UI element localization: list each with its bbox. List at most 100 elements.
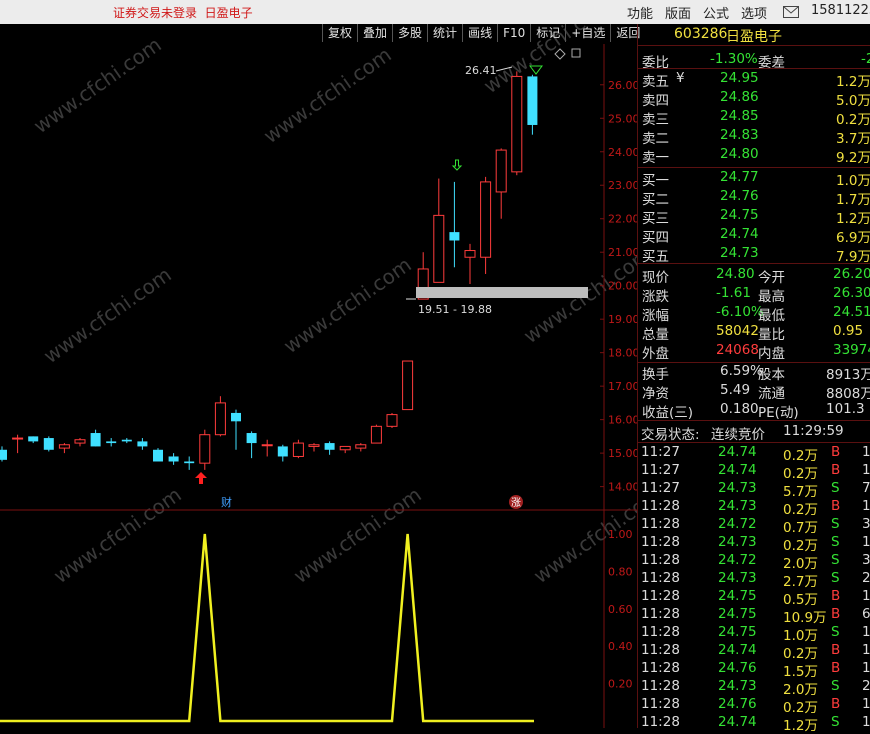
square-icon [571, 48, 581, 58]
tick-price: 24.73 [718, 534, 757, 550]
stat-label: 涨跌 [642, 289, 669, 305]
price-tick-label: 15.00 [608, 447, 637, 460]
stat-row: 收益(三) 0.180 PE(动) 101.3 [640, 401, 870, 421]
tick-row: 11:28 24.75 10.9万 B 6 [640, 606, 870, 626]
toolbar-statistics[interactable]: 统计 [427, 24, 462, 42]
bid-label: 买一 [642, 173, 669, 189]
stock-header: 603286 日盈电子 [640, 26, 870, 45]
top-bar: 证券交易未登录 日盈电子 功能 版面 公式 选项 15811223 [0, 0, 870, 24]
tick-price: 24.72 [718, 516, 757, 532]
tick-side: B [831, 462, 841, 478]
login-warning[interactable]: 证券交易未登录 日盈电子 [113, 4, 253, 21]
stat-label: 收益(三) [642, 405, 694, 421]
tick-price: 24.74 [718, 462, 757, 478]
tick-volume: 1.5万 [783, 664, 818, 680]
toolbar-overlay[interactable]: 叠加 [357, 24, 392, 42]
tick-volume: 0.2万 [783, 700, 818, 716]
stat-label: 净资 [642, 386, 669, 402]
menu-function[interactable]: 功能 [627, 3, 653, 22]
mail-icon[interactable] [783, 6, 799, 18]
ask-label: 卖五 [642, 74, 669, 90]
bid-volume: 1.0万 [836, 173, 870, 189]
stat-row: 外盘 24068内盘 33974 [640, 342, 870, 362]
ask-price: 24.83 [720, 127, 759, 143]
candle-body [137, 441, 148, 447]
bid-row: 买五 24.73 7.9万 [640, 245, 870, 265]
tick-side: B [831, 606, 841, 622]
indicator-tick-label: 0.20 [608, 678, 633, 691]
candle-body [277, 446, 288, 457]
tick-side: S [831, 480, 840, 496]
tick-volume: 1.0万 [783, 628, 818, 644]
tick-price: 24.76 [718, 696, 757, 712]
bid-row: 买三 24.75 1.2万 [640, 207, 870, 227]
bid-row: 买四 24.74 6.9万 [640, 226, 870, 246]
stat-value: 24068 [716, 342, 759, 358]
ask-label: 卖三 [642, 112, 669, 128]
stat-label: 内盘 [758, 346, 785, 362]
candle-body [106, 441, 117, 444]
menu-options[interactable]: 选项 [741, 3, 767, 22]
candle-body [121, 439, 132, 442]
chart-toolbar: 复权 叠加 多股 统计 画线 F10 标记 +自选 返回 [322, 24, 645, 44]
buy-arrow-icon [195, 472, 207, 484]
tick-time: 11:28 [641, 624, 680, 640]
stat-value: 0.95 [833, 323, 864, 339]
candle-body [292, 442, 304, 457]
tick-row: 11:28 24.75 0.5万 B 1 [640, 588, 870, 608]
toolbar-add-favorite[interactable]: +自选 [565, 24, 610, 42]
tick-row: 11:27 24.73 5.7万 S 7 [640, 480, 870, 500]
bid-price: 24.76 [720, 188, 759, 204]
stat-row: 涨幅 -6.10% 最低 24.51 [640, 304, 870, 324]
bid-label: 买五 [642, 249, 669, 265]
candle-body [0, 449, 7, 460]
stat-value: 26.20 [833, 266, 870, 282]
stat-value: 58042 [716, 323, 759, 339]
stat-label: 涨幅 [642, 308, 669, 324]
tick-price: 24.75 [718, 588, 757, 604]
tick-row: 11:28 24.75 1.0万 S 1 [640, 624, 870, 644]
ask-price: 24.85 [720, 108, 759, 124]
ask-price: 24.80 [720, 146, 759, 162]
toolbar-mark[interactable]: 标记 [530, 24, 565, 42]
ask-volume: 5.0万 [836, 93, 870, 109]
bid-price: 24.74 [720, 226, 759, 242]
tick-volume: 2.0万 [783, 682, 818, 698]
tick-count: 7 [862, 480, 870, 496]
tick-row: 11:28 24.73 0.2万 S 1 [640, 534, 870, 554]
ask-row: 卖三 24.85 0.2万 [640, 108, 870, 128]
tick-side: S [831, 534, 840, 550]
stat-label: PE(动) [758, 405, 799, 421]
menu-formula[interactable]: 公式 [703, 3, 729, 22]
tick-price: 24.75 [718, 606, 757, 622]
stat-label: 今开 [758, 270, 785, 286]
toolbar-draw-line[interactable]: 画线 [462, 24, 497, 42]
account-id[interactable]: 15811223 [811, 3, 870, 18]
toolbar-restore-rights[interactable]: 复权 [322, 24, 357, 42]
stat-value: 26.30 [833, 285, 870, 301]
trade-status-row: 交易状态: 连续竞价 11:29:59 [641, 423, 844, 443]
candle-body [43, 438, 54, 450]
stat-row: 涨跌 -1.61 最高 26.30 [640, 285, 870, 305]
candle-body [511, 75, 523, 173]
candle-body [386, 414, 398, 427]
candle-body [12, 437, 24, 440]
kline-chart[interactable]: www.cfchi.com www.cfchi.com www.cfchi.com w… [0, 24, 637, 728]
price-tick-label: 24.00 [608, 146, 637, 159]
toolbar-f10[interactable]: F10 [497, 24, 530, 42]
toolbar-multi-stock[interactable]: 多股 [392, 24, 427, 42]
tick-side: S [831, 570, 840, 586]
ask-label: 卖二 [642, 131, 669, 147]
candle-body [231, 412, 241, 422]
bid-label: 买四 [642, 230, 669, 246]
ask-price: 24.95 [720, 70, 759, 86]
bid-volume: 7.9万 [836, 249, 870, 265]
tick-volume: 2.0万 [783, 556, 818, 572]
tick-price: 24.74 [718, 642, 757, 658]
candle-body [90, 433, 101, 447]
watermark-text: www.cfchi.com [49, 482, 186, 588]
candle-body [153, 449, 163, 462]
menu-layout[interactable]: 版面 [665, 3, 691, 22]
tick-time: 11:28 [641, 570, 680, 586]
indicator-tick-label: 0.40 [608, 640, 633, 653]
